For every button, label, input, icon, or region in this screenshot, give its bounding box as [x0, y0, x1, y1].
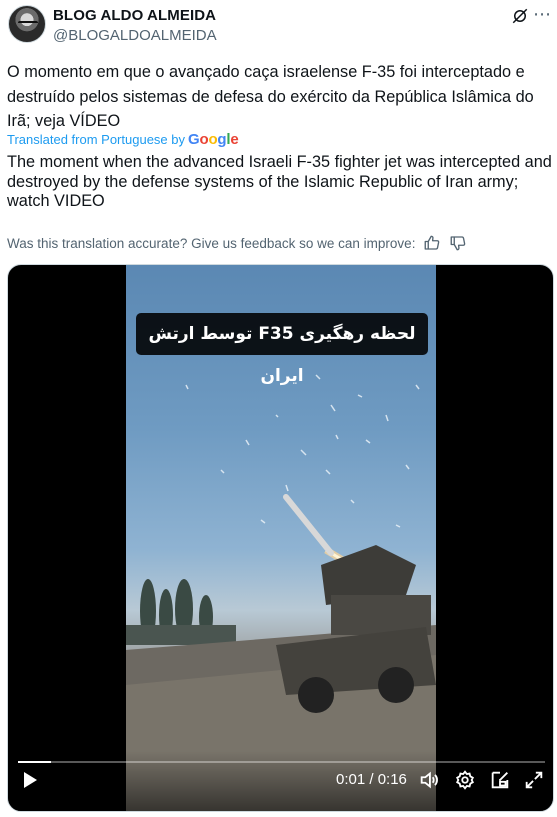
video-player[interactable]: لحظه رهگیری F35 توسط ارتش ایران 0:01 / 0…	[7, 264, 554, 812]
video-controls: 0:01 / 0:16	[8, 751, 553, 811]
play-icon[interactable]	[22, 771, 38, 789]
video-caption-overlay: لحظه رهگیری F35 توسط ارتش ایران	[136, 313, 428, 386]
post-header: BLOG ALDO ALMEIDA @BLOGALDOALMEIDA ⋯	[8, 5, 553, 47]
translated-by-label: Translated from Portuguese by	[7, 132, 185, 147]
video-time: 0:01 / 0:16	[336, 771, 407, 788]
author-name[interactable]: BLOG ALDO ALMEIDA	[53, 7, 216, 24]
feedback-prompt: Was this translation accurate? Give us f…	[7, 235, 416, 251]
thumbs-up-icon[interactable]	[423, 234, 441, 252]
translation-feedback: Was this translation accurate? Give us f…	[7, 234, 467, 252]
author-handle[interactable]: @BLOGALDOALMEIDA	[53, 27, 217, 44]
translated-by-link[interactable]: Translated from Portuguese by Google	[7, 131, 239, 148]
post-translated-text: The moment when the advanced Israeli F-3…	[7, 153, 552, 210]
settings-icon[interactable]	[454, 769, 476, 791]
avatar[interactable]	[8, 5, 46, 43]
video-progress-bar[interactable]	[18, 761, 545, 763]
google-logo: Google	[188, 131, 239, 148]
picture-in-picture-icon[interactable]	[489, 769, 511, 791]
volume-icon[interactable]	[418, 769, 440, 791]
grok-icon[interactable]	[511, 7, 529, 25]
post-original-text: O momento em que o avançado caça israele…	[7, 63, 534, 130]
video-frame[interactable]: لحظه رهگیری F35 توسط ارتش ایران	[126, 265, 436, 811]
thumbs-down-icon[interactable]	[449, 234, 467, 252]
fullscreen-icon[interactable]	[523, 769, 545, 791]
more-icon[interactable]: ⋯	[531, 5, 553, 27]
video-progress-fill	[18, 761, 51, 763]
